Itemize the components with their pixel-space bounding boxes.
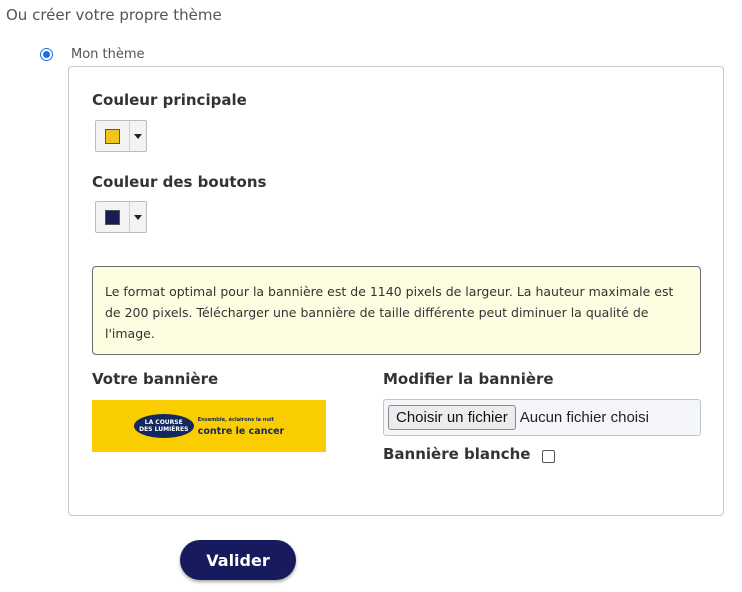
theme-radio[interactable] (40, 48, 53, 61)
modify-banner-label: Modifier la bannière (383, 370, 554, 388)
white-banner-checkbox[interactable] (542, 449, 556, 463)
banner-format-notice: Le format optimal pour la bannière est d… (92, 266, 701, 355)
logo-slogan: contre le cancer (197, 426, 285, 437)
logo-line2: DES LUMIÈRES (139, 426, 189, 433)
button-color-swatch (105, 209, 120, 225)
choose-file-button[interactable]: Choisir un fichier (388, 405, 516, 430)
chevron-down-icon (134, 133, 142, 139)
logo-tagline: Ensemble, éclairons la nuit (197, 417, 275, 423)
chevron-down-icon (134, 214, 142, 220)
section-heading: Ou créer votre propre thème (6, 6, 222, 24)
theme-panel: Couleur principale Couleur des boutons L… (68, 66, 724, 516)
white-banner-row: Bannière blanche (383, 445, 556, 463)
banner-file-input[interactable]: Choisir un fichier Aucun fichier choisi (383, 399, 701, 436)
file-status-text: Aucun fichier choisi (519, 409, 649, 426)
your-banner-label: Votre bannière (92, 370, 219, 388)
submit-button[interactable]: Valider (180, 540, 296, 580)
primary-color-label: Couleur principale (92, 91, 247, 109)
radio-selected-dot (43, 51, 50, 58)
logo-line1: LA COURSE (144, 419, 183, 426)
button-color-label: Couleur des boutons (92, 173, 267, 191)
banner-image: LA COURSE DES LUMIÈRES Ensemble, éclairo… (92, 400, 326, 452)
button-color-picker[interactable] (95, 201, 147, 233)
banner-logo: LA COURSE DES LUMIÈRES Ensemble, éclairo… (133, 414, 285, 438)
logo-oval: LA COURSE DES LUMIÈRES (133, 414, 194, 438)
primary-color-picker[interactable] (95, 120, 147, 152)
white-banner-label: Bannière blanche (383, 445, 531, 463)
primary-color-swatch (105, 128, 120, 144)
theme-radio-label[interactable]: Mon thème (71, 47, 145, 62)
theme-option-row[interactable]: Mon thème (40, 47, 145, 62)
